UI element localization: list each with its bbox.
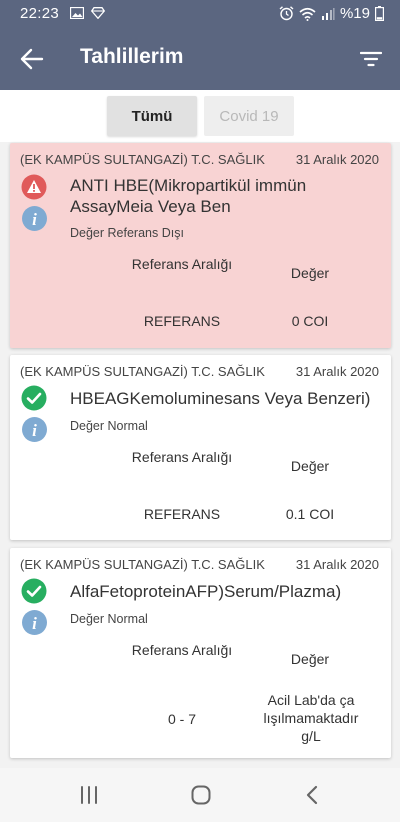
- status-bar: 22:23 %19: [0, 0, 400, 28]
- result-status: Değer Referans Dışı: [70, 226, 184, 240]
- wifi-icon: [299, 7, 316, 21]
- result-status: Değer Normal: [70, 419, 148, 433]
- result-card[interactable]: (EK KAMPÜS SULTANGAZİ) T.C. SAĞLIK 31 Ar…: [10, 143, 391, 348]
- app-bar: Tahlillerim: [0, 28, 400, 90]
- result-card[interactable]: (EK KAMPÜS SULTANGAZİ) T.C. SAĞLIK 31 Ar…: [10, 355, 391, 540]
- result-date: 31 Aralık 2020: [295, 364, 379, 379]
- home-icon[interactable]: [189, 784, 213, 806]
- value-header: Değer: [290, 265, 330, 281]
- test-name: AlfaFetoproteinAFP)Serum/Plazma): [70, 582, 342, 601]
- reference-range-value: REFERANS: [143, 313, 221, 329]
- svg-text:i: i: [32, 614, 37, 633]
- svg-text:i: i: [32, 421, 37, 440]
- info-icon[interactable]: i: [22, 417, 47, 442]
- battery-text: %19: [339, 5, 370, 22]
- battery-icon: [375, 6, 384, 21]
- svg-text:i: i: [32, 210, 37, 229]
- info-icon[interactable]: i: [22, 206, 47, 231]
- reference-range-header: Referans Aralığı: [131, 256, 233, 272]
- value-header: Değer: [290, 458, 330, 474]
- result-date: 31 Aralık 2020: [295, 152, 379, 167]
- arrow-left-icon[interactable]: [18, 46, 46, 72]
- tab-bar: Tümü Covid 19: [0, 90, 400, 142]
- reference-range-header: Referans Aralığı: [131, 449, 233, 465]
- reference-range-header: Referans Aralığı: [131, 642, 233, 658]
- reference-range-value: 0 - 7: [167, 711, 196, 727]
- institution-name: (EK KAMPÜS SULTANGAZİ) T.C. SAĞLIK: [20, 364, 265, 379]
- filter-icon[interactable]: [360, 50, 382, 68]
- check-circle-icon: [21, 385, 47, 411]
- institution-name: (EK KAMPÜS SULTANGAZİ) T.C. SAĞLIK: [20, 557, 265, 572]
- alarm-icon: [279, 6, 294, 21]
- result-value: 0 COI: [291, 313, 329, 329]
- result-status: Değer Normal: [70, 612, 148, 626]
- test-name: HBEAGKemoluminesans Veya Benzeri): [70, 389, 371, 408]
- result-date: 31 Aralık 2020: [295, 557, 379, 572]
- recent-apps-icon[interactable]: [77, 784, 101, 806]
- signal-icon: [321, 7, 335, 20]
- info-icon[interactable]: i: [22, 610, 47, 635]
- warning-icon: [21, 174, 47, 200]
- result-value: Acil Lab'da ça lışılmamaktadır g/L: [263, 692, 359, 744]
- back-nav-icon[interactable]: [301, 784, 325, 806]
- tab-covid19[interactable]: Covid 19: [204, 96, 294, 136]
- result-value: 0.1 COI: [285, 506, 335, 522]
- check-circle-icon: [21, 578, 47, 604]
- value-header: Değer: [290, 651, 330, 667]
- system-nav-bar: [0, 768, 400, 822]
- result-card[interactable]: (EK KAMPÜS SULTANGAZİ) T.C. SAĞLIK 31 Ar…: [10, 548, 391, 758]
- diamond-icon: [91, 7, 105, 19]
- test-name: ANTI HBE(Mikropartikül immün AssayMeia V…: [70, 176, 307, 216]
- institution-name: (EK KAMPÜS SULTANGAZİ) T.C. SAĞLIK: [20, 152, 265, 167]
- image-icon: [70, 7, 84, 19]
- tab-all[interactable]: Tümü: [107, 96, 197, 136]
- page-title: Tahlillerim: [80, 45, 184, 68]
- reference-range-value: REFERANS: [143, 506, 221, 522]
- status-time: 22:23: [20, 5, 60, 22]
